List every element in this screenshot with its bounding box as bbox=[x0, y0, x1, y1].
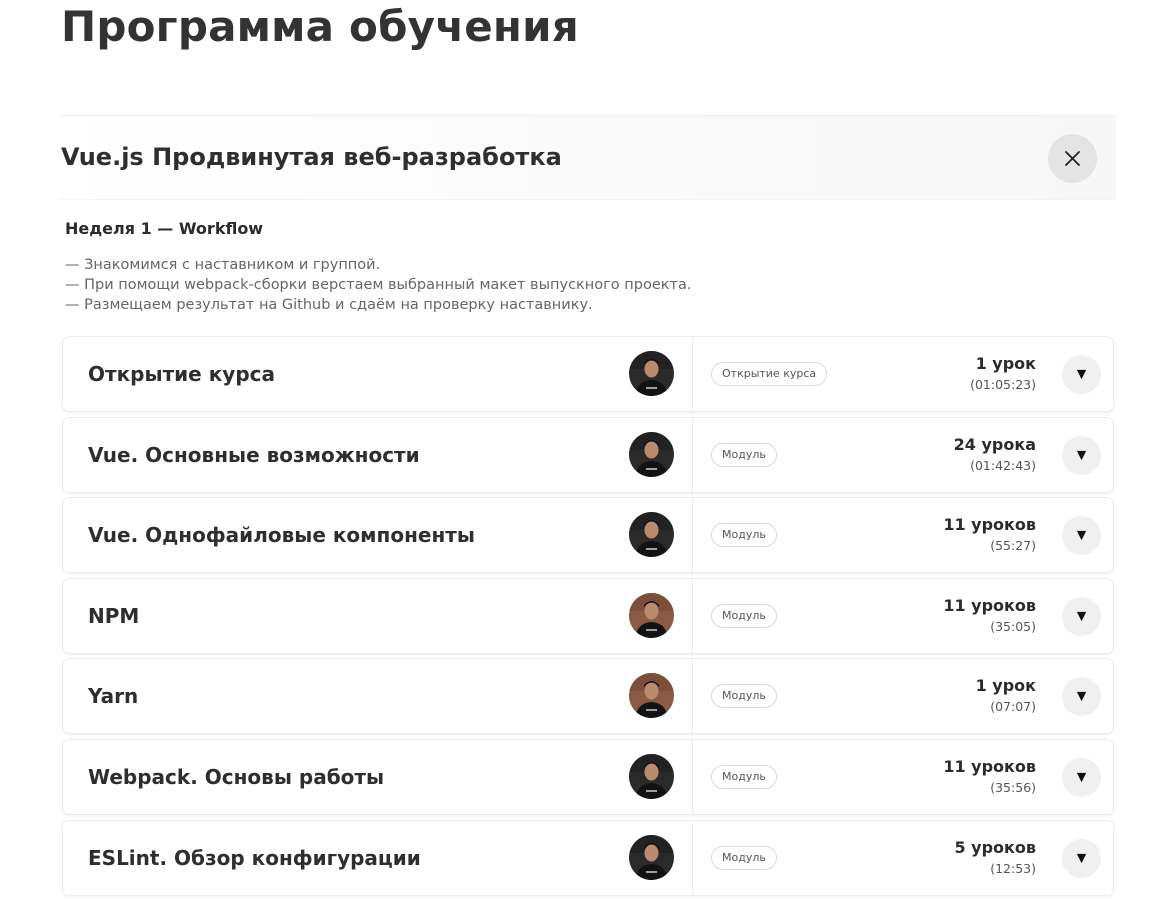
lesson-count: 11 уроков bbox=[943, 595, 1036, 615]
triangle-down-icon: ▼ bbox=[1073, 688, 1090, 706]
module-title: Webpack. Основы работы bbox=[88, 764, 385, 789]
lesson-count: 11 уроков bbox=[943, 515, 1036, 535]
divider bbox=[692, 739, 693, 814]
module-list: Открытие курса Открытие курса 1 урок (01… bbox=[63, 337, 1113, 901]
divider bbox=[692, 578, 693, 653]
divider bbox=[692, 820, 693, 895]
course-title: Vue.js Продвинутая веб-разработка bbox=[61, 143, 562, 171]
module-title: ESLint. Обзор конфигурации bbox=[88, 845, 421, 870]
expand-button[interactable]: ▼ bbox=[1062, 757, 1101, 797]
module-row[interactable]: Webpack. Основы работы Модуль 11 уроков … bbox=[63, 739, 1113, 814]
module-type-badge: Модуль bbox=[711, 845, 777, 870]
module-row[interactable]: Vue. Основные возможности Модуль 24 урок… bbox=[63, 417, 1113, 492]
expand-button[interactable]: ▼ bbox=[1062, 435, 1101, 475]
triangle-down-icon: ▼ bbox=[1073, 366, 1090, 383]
expand-button[interactable]: ▼ bbox=[1062, 355, 1101, 394]
close-button[interactable] bbox=[1048, 134, 1097, 183]
lesson-count: 1 урок bbox=[975, 676, 1036, 696]
module-row[interactable]: Yarn Модуль 1 урок (07:07) ▼ bbox=[63, 659, 1113, 734]
close-icon bbox=[1065, 151, 1080, 166]
module-duration: (07:07) bbox=[990, 699, 1036, 715]
mentor-avatar bbox=[629, 431, 674, 477]
mentor-avatar bbox=[629, 834, 674, 880]
mentor-avatar bbox=[629, 592, 674, 638]
module-type-badge: Модуль bbox=[711, 764, 777, 789]
module-type-badge: Модуль bbox=[711, 523, 777, 548]
week-description-line: — При помощи webpack-сборки верстаем выб… bbox=[65, 277, 692, 293]
module-title: Открытие курса bbox=[88, 362, 275, 386]
triangle-down-icon: ▼ bbox=[1073, 527, 1090, 545]
divider bbox=[692, 498, 693, 573]
week-title: Неделя 1 — Workflow bbox=[65, 219, 264, 238]
module-row[interactable]: ESLint. Обзор конфигурации Модуль 5 урок… bbox=[63, 820, 1113, 895]
module-title: NPM bbox=[88, 603, 140, 628]
week-description: — Знакомимся с наставником и группой. — … bbox=[65, 255, 691, 315]
module-type-badge: Модуль bbox=[711, 442, 777, 467]
lesson-count: 1 урок bbox=[975, 354, 1036, 373]
module-title: Yarn bbox=[88, 684, 139, 709]
triangle-down-icon: ▼ bbox=[1073, 607, 1090, 625]
mentor-avatar bbox=[629, 351, 674, 396]
module-row[interactable]: Открытие курса Открытие курса 1 урок (01… bbox=[63, 337, 1113, 411]
lesson-count: 24 урока bbox=[953, 434, 1036, 454]
course-header: Vue.js Продвинутая веб-разработка bbox=[61, 115, 1116, 200]
mentor-avatar bbox=[629, 673, 674, 719]
triangle-down-icon: ▼ bbox=[1073, 446, 1090, 464]
module-duration: (12:53) bbox=[990, 860, 1036, 876]
week-description-line: — Размещаем результат на Github и сдаём … bbox=[65, 297, 593, 313]
module-type-badge: Модуль bbox=[711, 603, 777, 628]
module-title: Vue. Однофайловые компоненты bbox=[88, 523, 475, 548]
triangle-down-icon: ▼ bbox=[1073, 768, 1090, 786]
divider bbox=[692, 659, 693, 734]
module-title: Vue. Основные возможности bbox=[88, 442, 420, 467]
module-duration: (01:42:43) bbox=[970, 457, 1036, 473]
module-type-badge: Открытие курса bbox=[711, 362, 828, 386]
divider bbox=[692, 337, 693, 411]
expand-button[interactable]: ▼ bbox=[1062, 516, 1101, 556]
module-row[interactable]: NPM Модуль 11 уроков (35:05) ▼ bbox=[63, 578, 1113, 653]
week-description-line: — Знакомимся с наставником и группой. bbox=[65, 257, 381, 273]
mentor-avatar bbox=[629, 512, 674, 558]
module-duration: (35:05) bbox=[990, 618, 1036, 634]
expand-button[interactable]: ▼ bbox=[1062, 596, 1101, 636]
mentor-avatar bbox=[629, 753, 674, 799]
lesson-count: 11 уроков bbox=[943, 756, 1036, 776]
triangle-down-icon: ▼ bbox=[1073, 849, 1090, 867]
expand-button[interactable]: ▼ bbox=[1062, 838, 1101, 878]
expand-button[interactable]: ▼ bbox=[1062, 677, 1101, 717]
page-title: Программа обучения bbox=[61, 2, 579, 51]
module-duration: (35:56) bbox=[990, 779, 1036, 795]
module-type-badge: Модуль bbox=[711, 684, 777, 709]
module-duration: (55:27) bbox=[990, 538, 1036, 554]
lesson-count: 5 уроков bbox=[954, 837, 1036, 857]
module-row[interactable]: Vue. Однофайловые компоненты Модуль 11 у… bbox=[63, 498, 1113, 573]
module-duration: (01:05:23) bbox=[970, 377, 1036, 392]
divider bbox=[692, 417, 693, 492]
